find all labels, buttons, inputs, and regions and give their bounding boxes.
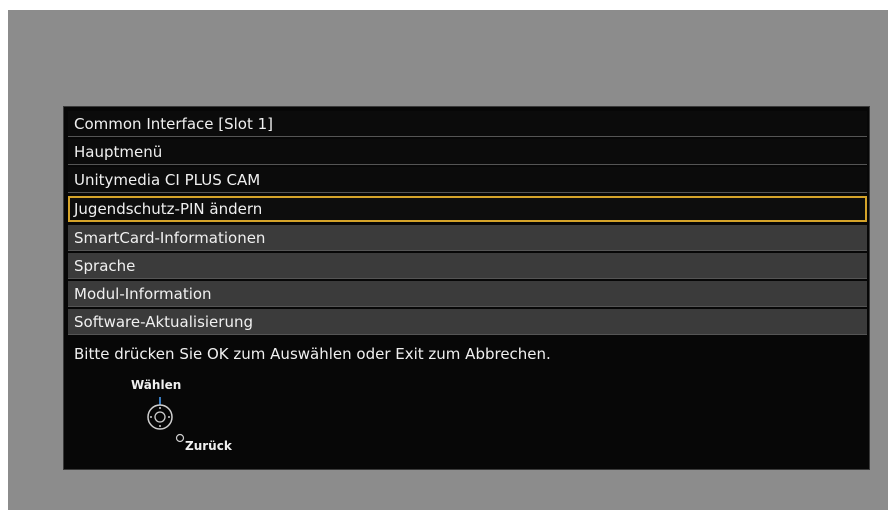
back-button-icon	[175, 433, 185, 443]
menu-item-smartcard-info[interactable]: SmartCard-Informationen	[68, 225, 867, 251]
menu-item-change-pin[interactable]: Jugendschutz-PIN ändern	[68, 196, 867, 222]
menu-item-software-update[interactable]: Software-Aktualisierung	[68, 309, 867, 335]
info-line-main-menu: Hauptmenü	[68, 139, 867, 165]
select-hint-label: Wählen	[131, 378, 182, 392]
menu-item-language[interactable]: Sprache	[68, 253, 867, 279]
dpad-icon	[147, 397, 173, 430]
common-interface-dialog: Common Interface [Slot 1] Hauptmenü Unit…	[63, 106, 870, 470]
back-hint-label: Zurück	[185, 439, 232, 453]
menu-item-module-info[interactable]: Modul-Information	[68, 281, 867, 307]
tv-screen: Common Interface [Slot 1] Hauptmenü Unit…	[8, 10, 888, 510]
info-line-cam-name: Unitymedia CI PLUS CAM	[68, 167, 867, 193]
instruction-text: Bitte drücken Sie OK zum Auswählen oder …	[74, 345, 551, 363]
dialog-title: Common Interface [Slot 1]	[68, 111, 867, 137]
